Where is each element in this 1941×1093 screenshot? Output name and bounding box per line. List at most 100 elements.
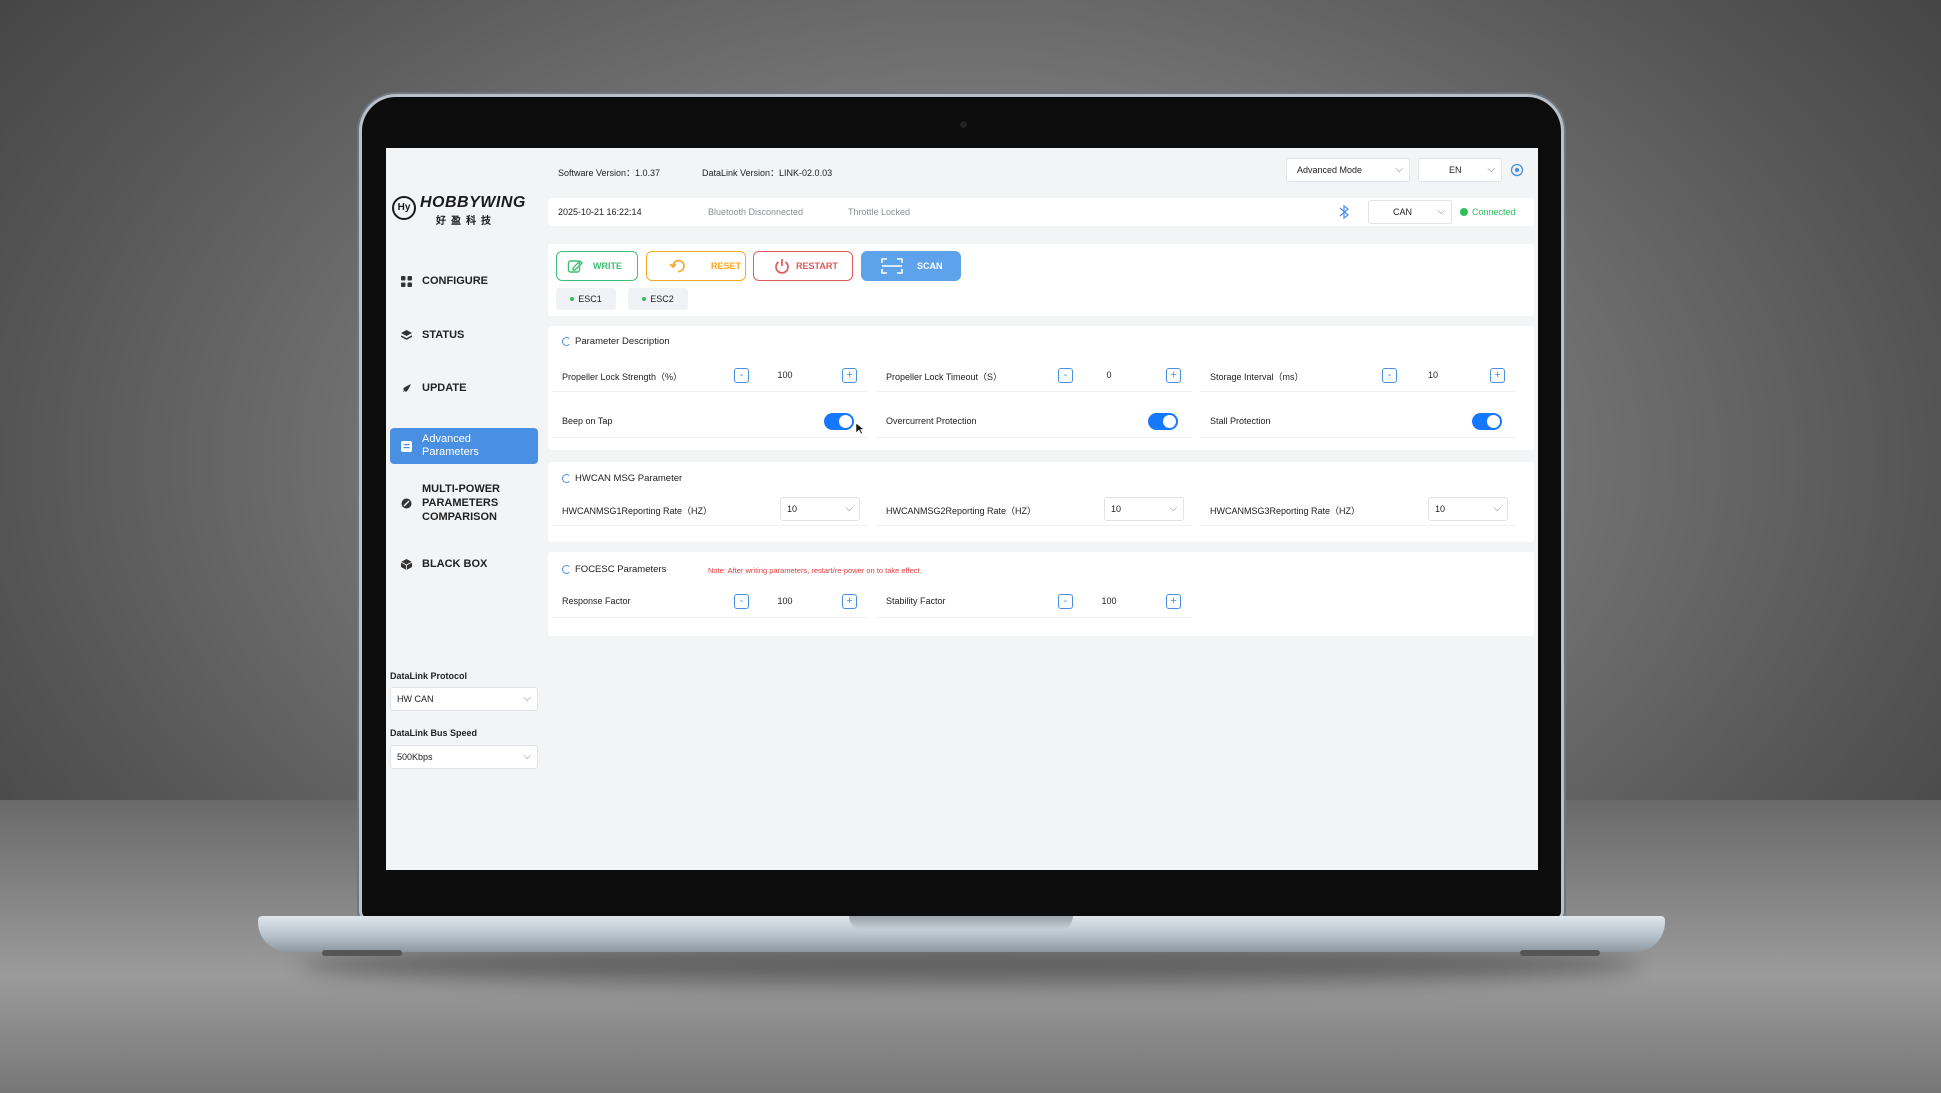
datalink-bus-speed-select[interactable]: 500Kbps ⌵ (390, 745, 538, 769)
decrement-button[interactable]: - (734, 368, 749, 383)
datalink-bus-speed-label: DataLink Bus Speed (390, 728, 478, 738)
brand-subtitle: 好盈科技 (436, 216, 496, 227)
hwcanmsg2-rate-field: HWCANMSG2Reporting Rate（HZ） 10 ⌵ (876, 492, 1192, 526)
brand-logo: Hy HOBBYWING 好盈科技 (390, 192, 538, 228)
reset-icon (669, 259, 685, 273)
stepper-value[interactable]: 100 (1089, 596, 1129, 606)
settings-icon[interactable] (1510, 163, 1524, 179)
stepper-value[interactable]: 0 (1089, 370, 1129, 380)
sidebar-item-status[interactable]: STATUS (390, 324, 538, 346)
brand-mark: Hy (392, 196, 416, 220)
stability-factor-field: Stability Factor - 100 + (876, 584, 1192, 618)
software-version: Software Version：1.0.37 (558, 168, 661, 178)
sidebar: Hy HOBBYWING 好盈科技 CONFIGURE STATUS UPDAT… (386, 148, 542, 870)
loading-icon (562, 565, 571, 574)
grid-icon (400, 275, 412, 287)
status-bar: 2025-10-21 16:22:14 Bluetooth Disconnect… (548, 198, 1534, 226)
chevron-down-icon: ⌵ (1493, 503, 1501, 514)
sidebar-item-multi-power-comparison[interactable]: MULTI-POWER PARAMETERS COMPARISON (390, 482, 538, 524)
scan-button[interactable]: SCAN (861, 251, 961, 281)
loading-icon (562, 337, 571, 346)
sidebar-item-label: STATUS (422, 329, 465, 341)
decrement-button[interactable]: - (734, 594, 749, 609)
hwcanmsg3-rate-select[interactable]: 10 ⌵ (1428, 497, 1508, 521)
main-content: Software Version：1.0.37 DataLink Version… (548, 148, 1538, 870)
propeller-lock-strength-field: Propeller Lock Strength（%） - 100 + (552, 358, 868, 392)
cube-icon (400, 558, 412, 570)
list-icon (400, 440, 412, 452)
bluetooth-icon[interactable] (1338, 204, 1350, 222)
throttle-status: Throttle Locked (848, 207, 911, 217)
laptop-foot (322, 950, 402, 956)
decrement-button[interactable]: - (1058, 594, 1073, 609)
sidebar-item-update[interactable]: UPDATE (390, 377, 538, 399)
datalink-protocol-select[interactable]: HW CAN ⌵ (390, 687, 538, 711)
connection-indicator (1460, 208, 1468, 216)
sidebar-item-label: Advanced Parameters (422, 433, 479, 458)
sidebar-item-label: UPDATE (422, 382, 467, 394)
sidebar-item-black-box[interactable]: BLACK BOX (390, 553, 538, 575)
rocket-icon (400, 382, 412, 394)
bus-select[interactable]: CAN ⌵ (1368, 200, 1452, 224)
action-panel: WRITE RESET RESTART SCAN ESC1 ESC2 (548, 244, 1534, 316)
datalink-protocol-label: DataLink Protocol (390, 671, 468, 681)
mouse-cursor-icon (855, 422, 865, 440)
reset-button[interactable]: RESET (646, 251, 746, 281)
connection-status: Connected (1472, 207, 1516, 217)
hwcan-msg-panel: HWCAN MSG Parameter HWCANMSG1Reporting R… (548, 462, 1534, 542)
overcurrent-protection-toggle[interactable] (1148, 413, 1178, 430)
datalink-version: DataLink Version：LINK-02.0.03 (702, 168, 833, 178)
beep-on-tap-field: Beep on Tap (552, 404, 868, 438)
focesc-panel: FOCESC Parameters Note: After writing pa… (548, 552, 1534, 636)
bluetooth-status: Bluetooth Disconnected (708, 207, 804, 217)
sidebar-item-label: BLACK BOX (422, 558, 488, 570)
chevron-down-icon: ⌵ (1437, 206, 1445, 217)
chevron-down-icon: ⌵ (1395, 164, 1403, 175)
mode-select[interactable]: Advanced Mode ⌵ (1286, 158, 1410, 182)
compare-icon (400, 497, 412, 509)
hwcanmsg1-rate-field: HWCANMSG1Reporting Rate（HZ） 10 ⌵ (552, 492, 868, 526)
laptop-foot (1520, 950, 1600, 956)
beep-on-tap-toggle[interactable] (824, 413, 854, 430)
increment-button[interactable]: + (1490, 368, 1505, 383)
increment-button[interactable]: + (842, 594, 857, 609)
response-factor-field: Response Factor - 100 + (552, 584, 868, 618)
chevron-down-icon: ⌵ (523, 693, 531, 704)
restart-button[interactable]: RESTART (753, 251, 853, 281)
tab-esc2[interactable]: ESC2 (628, 288, 688, 310)
layers-icon (400, 329, 412, 341)
propeller-lock-timeout-field: Propeller Lock Timeout（S） - 0 + (876, 358, 1192, 392)
language-select[interactable]: EN ⌵ (1418, 158, 1502, 182)
stepper-value[interactable]: 100 (765, 370, 805, 380)
brand-name: HOBBYWING (420, 194, 526, 211)
hwcanmsg3-rate-field: HWCANMSG3Reporting Rate（HZ） 10 ⌵ (1200, 492, 1516, 526)
decrement-button[interactable]: - (1382, 368, 1397, 383)
sidebar-item-label: CONFIGURE (422, 275, 488, 287)
hwcanmsg2-rate-select[interactable]: 10 ⌵ (1104, 497, 1184, 521)
increment-button[interactable]: + (1166, 594, 1181, 609)
stepper-value[interactable]: 10 (1413, 370, 1453, 380)
app-window: Hy HOBBYWING 好盈科技 CONFIGURE STATUS UPDAT… (386, 148, 1538, 870)
sidebar-item-advanced-parameters[interactable]: Advanced Parameters (390, 428, 538, 464)
esc2-status-dot (642, 297, 647, 301)
chevron-down-icon: ⌵ (1487, 164, 1495, 175)
stepper-value[interactable]: 100 (765, 596, 805, 606)
sidebar-item-configure[interactable]: CONFIGURE (390, 270, 538, 292)
section-title: FOCESC Parameters (562, 564, 666, 575)
section-title: Parameter Description (562, 336, 670, 347)
esc1-status-dot (570, 297, 575, 301)
datetime: 2025-10-21 16:22:14 (558, 207, 642, 217)
hwcanmsg1-rate-select[interactable]: 10 ⌵ (780, 497, 860, 521)
loading-icon (562, 474, 571, 483)
section-title: HWCAN MSG Parameter (562, 473, 682, 484)
increment-button[interactable]: + (1166, 368, 1181, 383)
tab-esc1[interactable]: ESC1 (556, 288, 616, 310)
decrement-button[interactable]: - (1058, 368, 1073, 383)
camera (960, 121, 967, 128)
laptop-notch (849, 916, 1073, 930)
edit-icon (567, 260, 583, 273)
increment-button[interactable]: + (842, 368, 857, 383)
write-button[interactable]: WRITE (556, 251, 638, 281)
stall-protection-field: Stall Protection (1200, 404, 1516, 438)
stall-protection-toggle[interactable] (1472, 413, 1502, 430)
